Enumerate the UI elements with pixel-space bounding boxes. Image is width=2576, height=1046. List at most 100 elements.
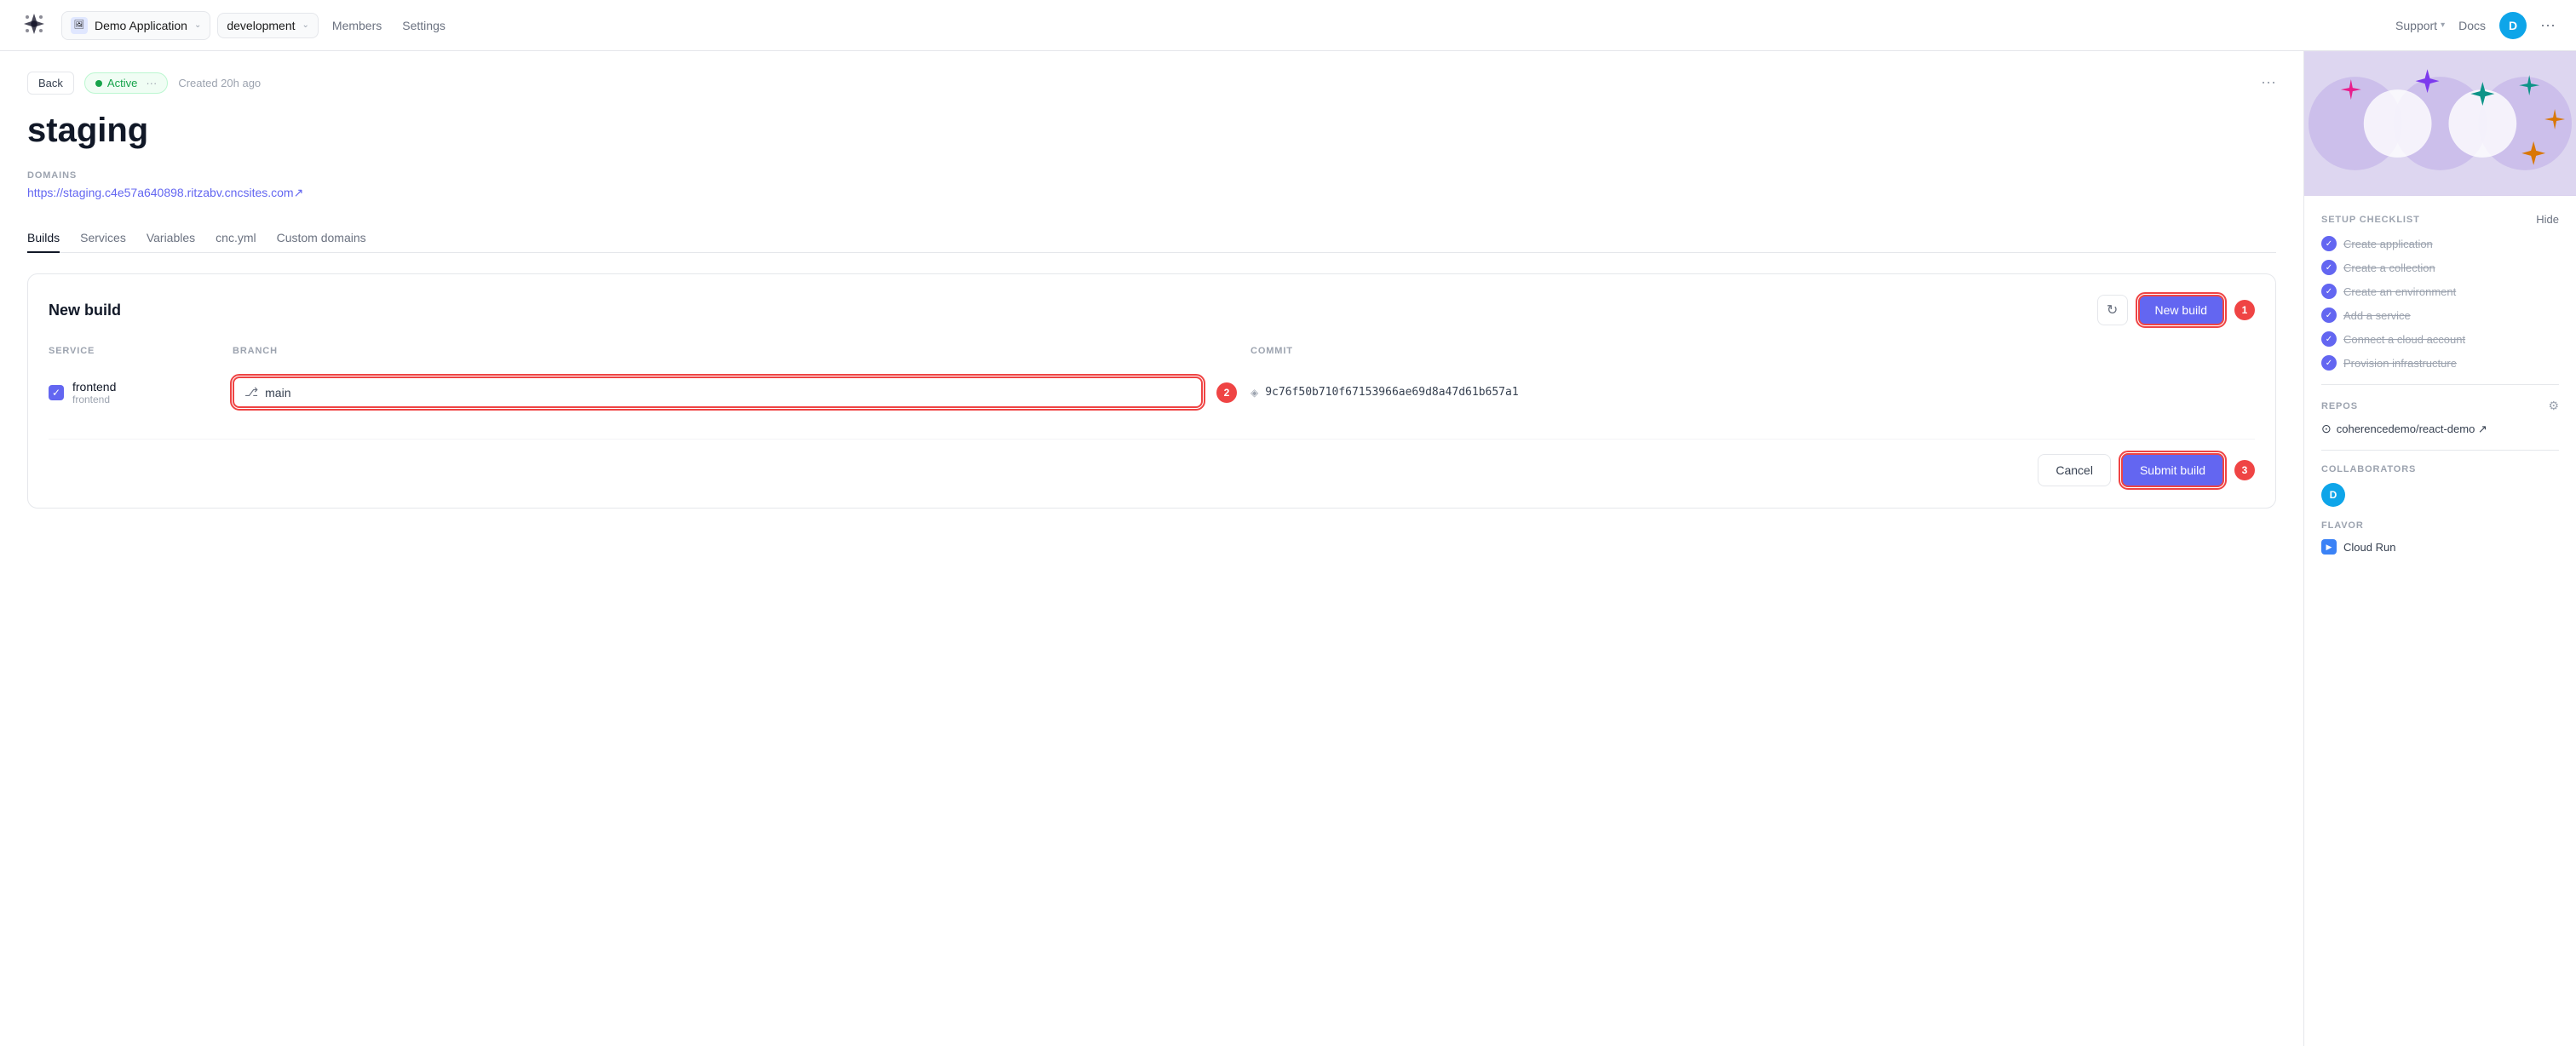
- checklist-label-4: Connect a cloud account: [2343, 333, 2465, 346]
- domain-link[interactable]: https://staging.c4e57a640898.ritzabv.cnc…: [27, 186, 2276, 200]
- service-checkbox[interactable]: ✓: [49, 385, 64, 400]
- check-icon-0: ✓: [2321, 236, 2337, 251]
- check-icon-5: ✓: [2321, 355, 2337, 371]
- checklist-label-0: Create application: [2343, 238, 2433, 250]
- domains-section: DOMAINS https://staging.c4e57a640898.rit…: [27, 170, 2276, 200]
- repos-settings-icon[interactable]: ⚙: [2548, 399, 2559, 413]
- branch-input[interactable]: [265, 386, 1191, 399]
- checklist-label-3: Add a service: [2343, 309, 2411, 322]
- status-dot-icon: [95, 80, 102, 87]
- sidebar-banner: [2304, 51, 2576, 196]
- docs-button[interactable]: Docs: [2458, 19, 2486, 32]
- section-divider-1: [2321, 384, 2559, 385]
- branch-input-wrap: ⎇: [233, 376, 1203, 408]
- support-label: Support: [2395, 19, 2437, 32]
- repos-title: REPOS: [2321, 401, 2358, 411]
- checklist-item-2: ✓ Create an environment: [2321, 284, 2559, 299]
- refresh-icon: ↻: [2107, 302, 2118, 319]
- tab-custom-domains[interactable]: Custom domains: [277, 224, 366, 253]
- page-more-button[interactable]: ⋯: [2261, 74, 2276, 92]
- header: 🖼 Demo Application ⌄ development ⌄ Membe…: [0, 0, 2576, 51]
- checklist-item-1: ✓ Create a collection: [2321, 260, 2559, 275]
- env-chevron-icon: ⌄: [302, 20, 309, 30]
- status-label: Active: [107, 77, 137, 89]
- nav-settings[interactable]: Settings: [402, 19, 446, 32]
- app-selector[interactable]: 🖼 Demo Application ⌄: [61, 11, 210, 40]
- check-icon-3: ✓: [2321, 307, 2337, 323]
- header-right: Support ▾ Docs D ···: [2395, 12, 2556, 39]
- checklist-item-0: ✓ Create application: [2321, 236, 2559, 251]
- col-branch-header: BRANCH: [233, 346, 1237, 356]
- new-build-button[interactable]: New build: [2138, 295, 2224, 325]
- more-icon: ···: [2540, 16, 2556, 33]
- app-icon: 🖼: [71, 17, 88, 34]
- collaborators-list: D: [2321, 483, 2559, 507]
- main-content: Back Active ··· Created 20h ago ⋯ stagin…: [0, 51, 2303, 1046]
- tab-services[interactable]: Services: [80, 224, 126, 253]
- flavor-title: FLAVOR: [2321, 520, 2559, 531]
- sidebar-content: SETUP CHECKLIST Hide ✓ Create applicatio…: [2304, 196, 2576, 572]
- submit-build-button[interactable]: Submit build: [2121, 453, 2224, 487]
- tab-cnc-yml[interactable]: cnc.yml: [216, 224, 256, 253]
- tab-builds[interactable]: Builds: [27, 224, 60, 253]
- domain-url: https://staging.c4e57a640898.ritzabv.cnc…: [27, 186, 303, 200]
- commit-icon: ◈: [1251, 387, 1258, 399]
- back-button[interactable]: Back: [27, 72, 74, 95]
- checklist-label-5: Provision infrastructure: [2343, 357, 2457, 370]
- nav-members[interactable]: Members: [332, 19, 382, 32]
- checkbox-check-icon: ✓: [52, 387, 60, 399]
- step-1-badge: 1: [2234, 300, 2255, 320]
- support-button[interactable]: Support ▾: [2395, 19, 2445, 32]
- collaborator-avatar: D: [2321, 483, 2345, 507]
- flavor-name: Cloud Run: [2343, 541, 2395, 554]
- domains-label: DOMAINS: [27, 170, 2276, 181]
- table-header: SERVICE BRANCH COMMIT: [49, 346, 2255, 366]
- avatar-initial: D: [2509, 19, 2517, 32]
- step-3-badge: 3: [2234, 460, 2255, 480]
- step-2-badge: 2: [1216, 382, 1237, 403]
- support-chevron-icon: ▾: [2441, 20, 2445, 30]
- tab-variables[interactable]: Variables: [147, 224, 195, 253]
- service-cell: ✓ frontend frontend: [49, 380, 219, 405]
- app-name: Demo Application: [95, 19, 187, 32]
- repo-github-icon: ⊙: [2321, 422, 2332, 436]
- checklist-items: ✓ Create application ✓ Create a collecti…: [2321, 236, 2559, 371]
- checklist-item-4: ✓ Connect a cloud account: [2321, 331, 2559, 347]
- page-title: staging: [27, 112, 2276, 150]
- checklist-title: SETUP CHECKLIST: [2321, 215, 2420, 225]
- header-nav: Members Settings: [332, 19, 446, 32]
- refresh-button[interactable]: ↻: [2097, 295, 2128, 325]
- env-name: development: [227, 19, 295, 32]
- service-name: frontend: [72, 380, 116, 394]
- repos-header: REPOS ⚙: [2321, 399, 2559, 413]
- repo-url: coherencedemo/react-demo ↗: [2337, 422, 2487, 436]
- section-divider-2: [2321, 450, 2559, 451]
- check-icon-1: ✓: [2321, 260, 2337, 275]
- status-badge: Active ···: [84, 72, 168, 94]
- service-info: frontend frontend: [72, 380, 116, 405]
- build-card: New build ↻ New build 1 SERVICE BRANCH C…: [27, 273, 2276, 509]
- checklist-header: SETUP CHECKLIST Hide: [2321, 213, 2559, 226]
- commit-cell: ◈ 9c76f50b710f67153966ae69d8a47d61b657a1: [1251, 386, 2255, 399]
- docs-label: Docs: [2458, 19, 2486, 32]
- table-row: ✓ frontend frontend ⎇ 2: [49, 366, 2255, 418]
- checklist-label-2: Create an environment: [2343, 285, 2456, 298]
- repo-link[interactable]: ⊙ coherencedemo/react-demo ↗: [2321, 422, 2559, 436]
- checklist-item-5: ✓ Provision infrastructure: [2321, 355, 2559, 371]
- build-card-header: New build ↻ New build 1: [49, 295, 2255, 325]
- commit-hash: 9c76f50b710f67153966ae69d8a47d61b657a1: [1265, 386, 1518, 399]
- card-actions: Cancel Submit build 3: [49, 439, 2255, 487]
- more-menu-button[interactable]: ···: [2540, 16, 2556, 34]
- hide-button[interactable]: Hide: [2536, 213, 2559, 226]
- env-selector[interactable]: development ⌄: [217, 13, 319, 38]
- main-layout: Back Active ··· Created 20h ago ⋯ stagin…: [0, 51, 2576, 1046]
- avatar[interactable]: D: [2499, 12, 2527, 39]
- service-sub: frontend: [72, 394, 116, 405]
- build-card-actions: ↻ New build 1: [2097, 295, 2255, 325]
- flavor-item: ▶ Cloud Run: [2321, 539, 2559, 555]
- col-commit-header: COMMIT: [1251, 346, 2255, 356]
- branch-cell: ⎇ 2: [233, 376, 1237, 408]
- status-more-icon[interactable]: ···: [146, 77, 157, 89]
- build-table: SERVICE BRANCH COMMIT ✓ frontend fronten…: [49, 346, 2255, 418]
- cancel-button[interactable]: Cancel: [2038, 454, 2111, 486]
